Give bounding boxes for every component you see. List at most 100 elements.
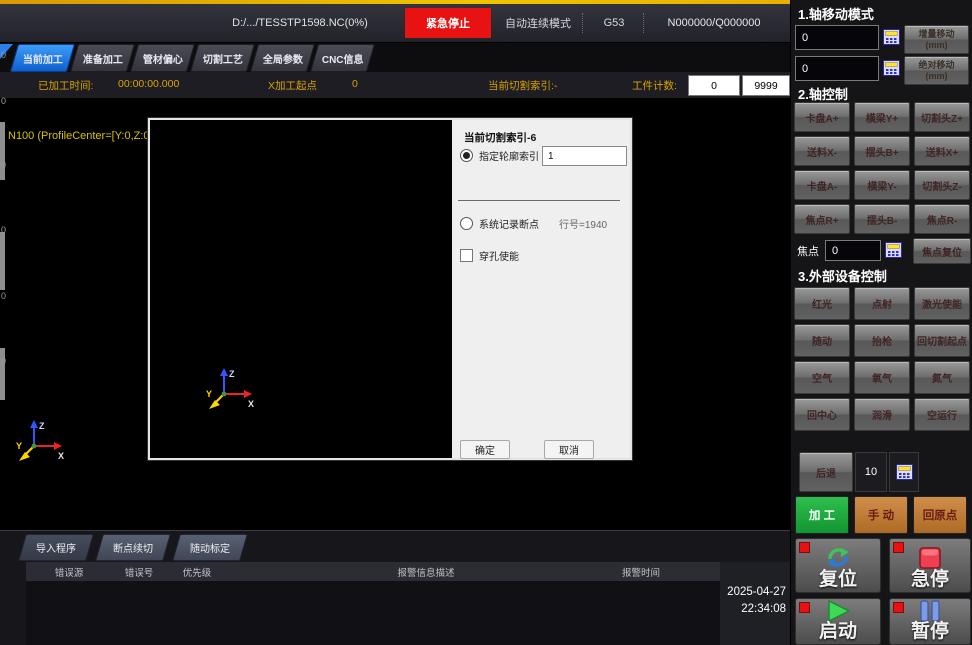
part-count-limit-input[interactable]: 9999 (742, 75, 790, 96)
auto-continuous-mode-label: 自动连续模式 (497, 4, 579, 42)
pierce-enable-label: 穿孔使能 (479, 248, 519, 263)
axis-triad-icon: Z X Y (206, 364, 256, 414)
button-lubricate[interactable]: 润滑 (854, 398, 910, 431)
button-chuck-a-plus[interactable]: 卡盘A+ (794, 102, 850, 132)
breakpoint-dialog-panel: 当前切割索引-6 指定轮廓索引 1 系统记录断点 行号=1940 穿孔使能 确定… (452, 120, 630, 458)
button-label: 增量移动 (918, 29, 954, 39)
tab-tube-eccentricity[interactable]: 管材偏心 (130, 44, 195, 72)
button-laser-enable[interactable]: 激光使能 (914, 287, 970, 320)
edge-mark: 0 (1, 160, 6, 170)
calculator-icon[interactable] (883, 60, 900, 76)
button-swing-b-plus[interactable]: 摆头B+ (854, 136, 910, 166)
button-burst[interactable]: 点射 (854, 287, 910, 320)
button-unit: (mm) (926, 71, 948, 81)
device-button-grid: 红光 点射 激光使能 随动 抬枪 回切割起点 空气 氧气 氮气 回中心 润滑 空… (794, 287, 970, 431)
alarm-table-body[interactable] (26, 581, 720, 645)
tab-label: 断点续切 (113, 540, 153, 555)
tab-prepare-processing[interactable]: 准备加工 (70, 44, 135, 72)
back-calc-tile[interactable] (889, 452, 919, 492)
axis-y-label: Y (206, 389, 212, 399)
button-lift-gun[interactable]: 抬枪 (854, 324, 910, 357)
emergency-stop-big-button[interactable]: 急停 (889, 538, 971, 593)
button-return-cut-start[interactable]: 回切割起点 (914, 324, 970, 357)
tab-follow-calibration[interactable]: 随动标定 (172, 534, 248, 561)
button-beam-y-plus[interactable]: 横梁Y+ (854, 102, 910, 132)
tab-breakpoint-resume[interactable]: 断点续切 (95, 534, 171, 561)
button-focus-r-plus[interactable]: 焦点R+ (794, 204, 850, 234)
reset-icon (825, 545, 851, 570)
button-follow[interactable]: 随动 (794, 324, 850, 357)
calculator-icon[interactable] (883, 29, 900, 45)
process-info-bar: 已加工时间: 00:00:00.000 X加工起点 0 当前切割索引:- 工件计… (0, 72, 790, 99)
calculator-icon[interactable] (885, 242, 902, 258)
incremental-move-button[interactable]: 增量移动 (mm) (904, 25, 969, 54)
focus-reset-button[interactable]: 焦点复位 (913, 238, 971, 264)
focus-label: 焦点 (797, 243, 819, 259)
profile-index-input[interactable]: 1 (542, 146, 627, 166)
pause-button[interactable]: 暂停 (889, 598, 971, 645)
processing-mode-button[interactable]: 加 工 (795, 496, 849, 534)
ok-button[interactable]: 确定 (460, 440, 510, 459)
back-button[interactable]: 后退 (799, 452, 853, 492)
col-error-source: 错误源 (44, 565, 94, 579)
button-beam-y-minus[interactable]: 横梁Y- (854, 170, 910, 200)
button-feed-x-plus[interactable]: 送料X+ (914, 136, 970, 166)
button-feed-x-minus[interactable]: 送料X- (794, 136, 850, 166)
cancel-button[interactable]: 取消 (544, 440, 594, 459)
breakpoint-resume-window: Z X Y 当前切割索引-6 指定轮廓索引 1 系统记录断点 行号=1940 穿… (148, 118, 632, 460)
top-status-bar: D:/.../TESSTP1598.NC(0%) 紧急停止 自动连续模式 G53… (0, 4, 790, 43)
tab-cnc-info[interactable]: CNC信息 (310, 44, 375, 72)
radio-profile-index[interactable] (460, 149, 473, 162)
button-cuthead-z-minus[interactable]: 切割头Z- (914, 170, 970, 200)
button-label: 绝对移动 (918, 60, 954, 70)
status-indicator (799, 542, 810, 553)
pierce-enable-checkbox[interactable] (460, 249, 473, 262)
absolute-move-input[interactable]: 0 (795, 56, 879, 81)
emergency-stop-button[interactable]: 紧急停止 (405, 8, 491, 38)
focus-input[interactable]: 0 (825, 240, 881, 261)
reset-button[interactable]: 复位 (795, 538, 881, 593)
part-count-input[interactable]: 0 (688, 75, 740, 96)
section-axis-control: 2.轴控制 (798, 84, 848, 103)
tab-label: CNC信息 (322, 51, 364, 66)
button-red-light[interactable]: 红光 (794, 287, 850, 320)
edge-mark: 0 (1, 356, 6, 366)
elapsed-time-value: 00:00:00.000 (118, 78, 179, 90)
stop-icon (918, 546, 942, 570)
button-chuck-a-minus[interactable]: 卡盘A- (794, 170, 850, 200)
button-air[interactable]: 空气 (794, 361, 850, 394)
section-external-devices: 3.外部设备控制 (798, 266, 887, 285)
tab-cutting-process[interactable]: 切割工艺 (190, 44, 255, 72)
button-oxygen[interactable]: 氧气 (854, 361, 910, 394)
pause-icon (918, 599, 942, 622)
axis-y-label: Y (16, 441, 22, 451)
button-cuthead-z-plus[interactable]: 切割头Z+ (914, 102, 970, 132)
axis-triad-icon: Z X Y (16, 416, 66, 466)
home-button[interactable]: 回原点 (913, 496, 967, 534)
button-return-center[interactable]: 回中心 (794, 398, 850, 431)
edge-mark: 0 (1, 225, 6, 235)
back-distance-input[interactable]: 10 (855, 452, 887, 492)
window-edge-artifact (0, 122, 5, 180)
alarm-panel: 导入程序 断点续切 随动标定 错误源 错误号 优先级 报警信息描述 报警时间 2… (0, 530, 790, 645)
incremental-move-input[interactable]: 0 (795, 25, 879, 50)
tab-current-processing[interactable]: 当前加工 (10, 44, 75, 72)
button-focus-r-minus[interactable]: 焦点R- (914, 204, 970, 234)
col-alarm-description: 报警信息描述 (326, 565, 526, 579)
tab-global-params[interactable]: 全局参数 (250, 44, 315, 72)
status-indicator (893, 542, 904, 553)
manual-mode-button[interactable]: 手 动 (854, 496, 908, 534)
tab-import-program[interactable]: 导入程序 (18, 534, 94, 561)
radio-system-breakpoint[interactable] (460, 217, 473, 230)
topbar-separator (582, 13, 583, 33)
button-dry-run[interactable]: 空运行 (914, 398, 970, 431)
start-button[interactable]: 启动 (795, 598, 881, 645)
cut-preview-area[interactable]: Z X Y (150, 120, 452, 458)
dialog-separator (458, 200, 620, 201)
button-label: 复位 (819, 570, 857, 590)
axis-x-label: X (58, 451, 64, 461)
absolute-move-button[interactable]: 绝对移动 (mm) (904, 56, 969, 85)
button-swing-b-minus[interactable]: 摆头B- (854, 204, 910, 234)
button-nitrogen[interactable]: 氮气 (914, 361, 970, 394)
col-error-number: 错误号 (114, 565, 164, 579)
